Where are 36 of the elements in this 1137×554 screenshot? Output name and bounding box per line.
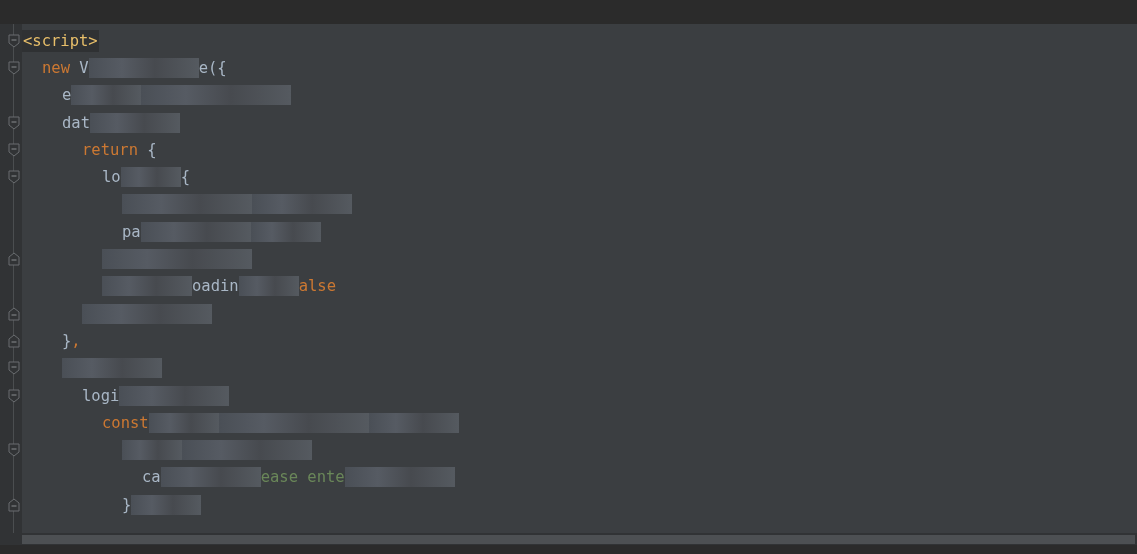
redacted-block [238,276,299,297]
scrollbar[interactable] [22,534,1135,544]
code-keyword: const [102,413,149,432]
fold-icon[interactable] [8,306,20,321]
fold-icon[interactable] [8,170,20,185]
fold-icon[interactable] [8,388,20,403]
fold-icon[interactable] [8,361,20,376]
code-text: dat [62,113,90,132]
code-text: e [62,86,72,105]
code-keyword: new [42,58,70,77]
code-string: ease ente [260,468,345,487]
redacted-block [131,494,202,515]
code-text: V [78,58,89,77]
code-text: } [122,495,132,514]
code-text: { [180,168,190,187]
code-text: } [62,331,72,350]
code-text: pa [122,222,141,241]
fold-icon[interactable] [8,252,20,266]
code-keyword: return [82,140,138,159]
fold-icon[interactable] [8,497,20,512]
fold-icon[interactable] [8,142,20,157]
code-text: lo [102,168,121,187]
redacted-block [120,167,181,188]
code-keyword: alse [298,277,336,296]
code-keyword: , [71,331,81,350]
code-text: logi [82,386,120,405]
fold-icon[interactable] [8,33,20,48]
code-text: e({ [198,58,227,77]
code-text: oadin [192,277,239,296]
fold-icon[interactable] [8,115,20,130]
fold-icon[interactable] [8,443,20,458]
code-text: { [146,140,157,159]
fold-icon[interactable] [8,333,20,348]
code-text: ca [142,468,161,487]
code-text: <script> [22,29,99,52]
fold-icon[interactable] [8,60,20,75]
